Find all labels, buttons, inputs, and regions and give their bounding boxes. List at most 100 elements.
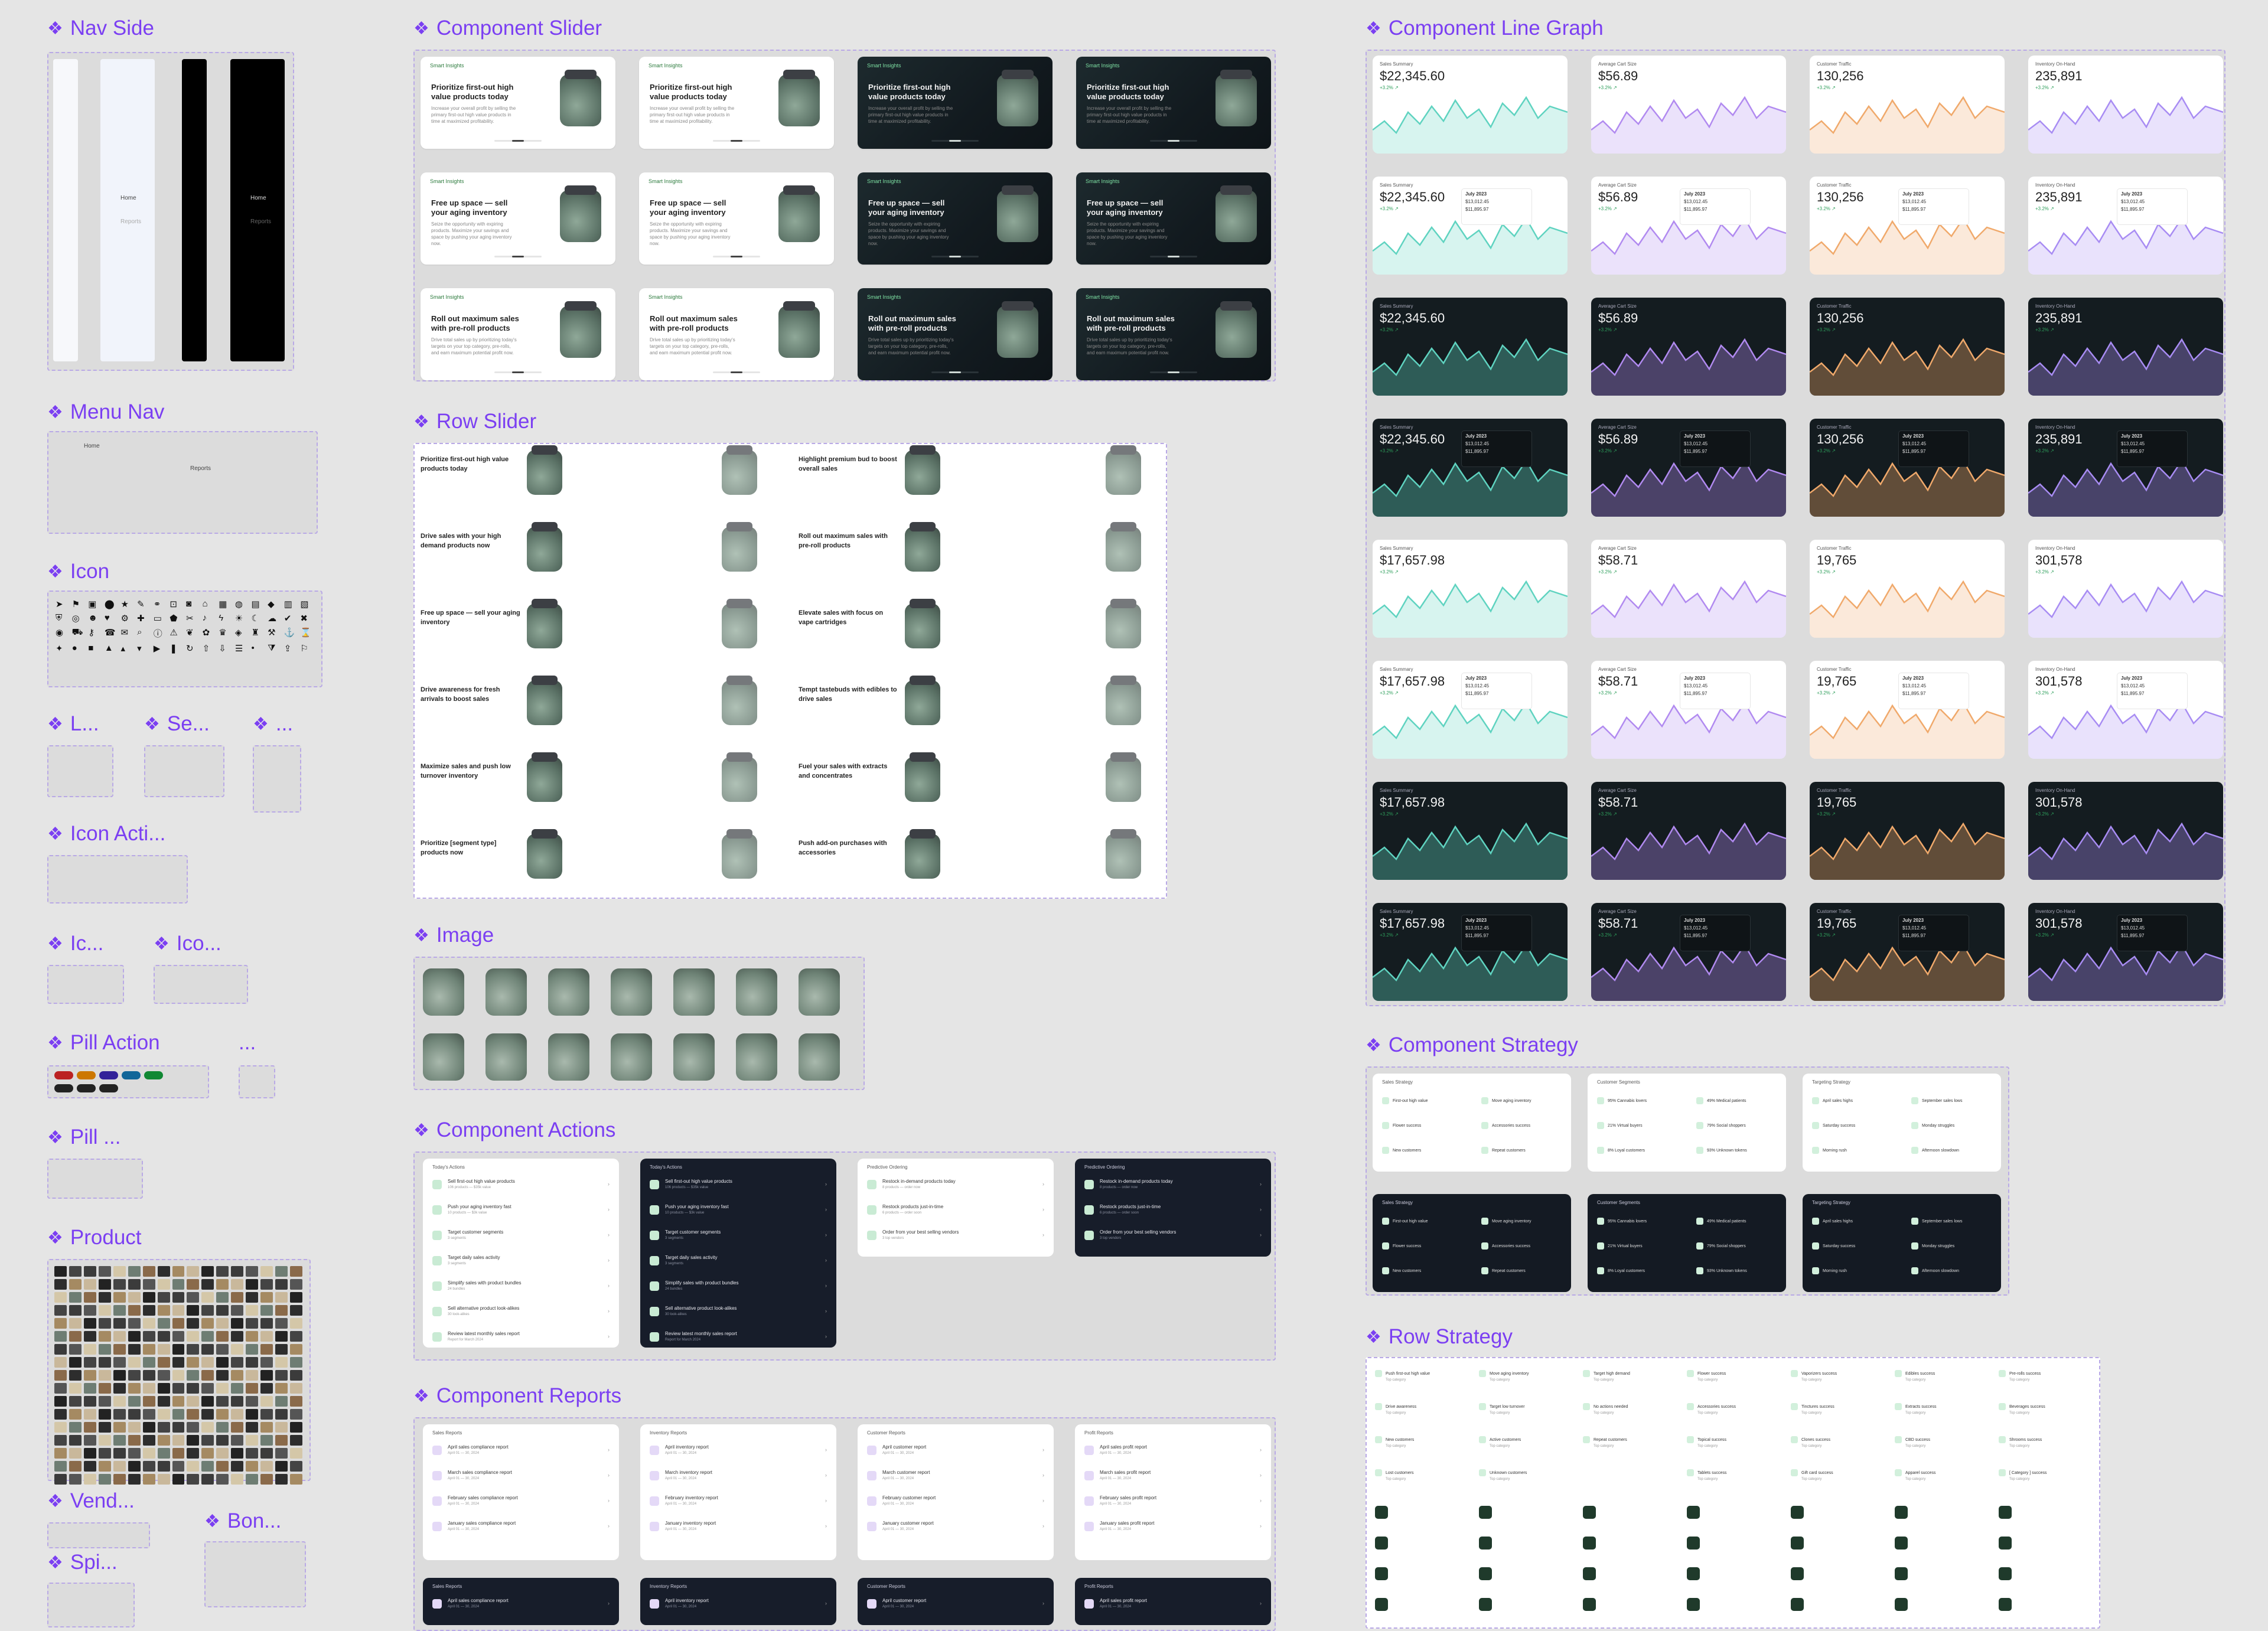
row-strategy-item[interactable]: New customers Top category [1375,1436,1414,1448]
list-item[interactable]: Restock in-demand products today 8 produc… [1084,1176,1262,1194]
graph-card[interactable]: Inventory On-Hand 235,891 +3.2% ↗ July 2023… [2028,419,2223,517]
list-item[interactable]: Order from your best selling vendors 3 to… [1084,1227,1262,1245]
row-strategy-item[interactable]: Target high demand Top category [1583,1370,1630,1382]
strategy-item[interactable]: Flower success [1382,1122,1421,1129]
row-strategy-item[interactable]: [ Category ] success Top category [1999,1469,2047,1481]
strategy-item[interactable]: 95% Cannabis lovers [1597,1097,1647,1104]
slider-pagination[interactable] [931,256,979,257]
row-strategy-item[interactable]: Move aging inventory Top category [1479,1370,1529,1382]
report-row[interactable]: February sales profit report April 01 — 3… [1084,1493,1262,1511]
strategy-item[interactable]: 49% Medical patients [1696,1097,1746,1104]
report-row[interactable]: April sales compliance report April 01 — … [432,1596,610,1613]
list-item[interactable]: Simplify sales with product bundles 24 bu… [650,1278,827,1296]
row-strategy-item[interactable]: Drive awareness Top category [1375,1403,1416,1415]
slider-pagination[interactable] [494,256,542,257]
report-row[interactable]: January sales profit report April 01 — 30… [1084,1518,1262,1536]
row-strategy-item[interactable]: Unknown customers Top category [1479,1469,1527,1481]
strategy-item[interactable]: Saturday success [1812,1242,1855,1250]
list-item[interactable]: Push your aging inventory fast 10 product… [650,1202,827,1219]
report-row[interactable]: March sales profit report April 01 — 30, … [1084,1467,1262,1485]
report-row[interactable]: March customer report April 01 — 30, 2024… [867,1467,1044,1485]
strategy-item[interactable]: 93% Unknown tokens [1696,1267,1747,1274]
strategy-item[interactable]: 21% Virtual buyers [1597,1242,1643,1250]
strategy-item[interactable]: New customers [1382,1267,1421,1274]
nav-collapsed-dark[interactable] [182,59,207,361]
strategy-item[interactable]: Morning rush [1812,1147,1847,1154]
strategy-item[interactable]: Accessories success [1481,1122,1530,1129]
graph-card[interactable]: Customer Traffic 130,256 +3.2% ↗ [1810,56,2005,154]
slider-card[interactable]: Smart Insights Free up space — sell your … [421,172,615,265]
graph-card[interactable]: Average Cart Size $58.71 +3.2% ↗ [1591,540,1786,638]
pill-green[interactable] [144,1071,163,1079]
row-strategy-item[interactable]: Active customers Top category [1479,1436,1521,1448]
strategy-item[interactable]: 93% Unknown tokens [1696,1147,1747,1154]
slider-pagination[interactable] [1150,140,1197,142]
pill-dark[interactable] [54,1084,73,1092]
row-strategy-item[interactable]: Tablets success Top category [1687,1469,1726,1481]
report-row[interactable]: April inventory report April 01 — 30, 202… [650,1442,827,1460]
slider-pagination[interactable] [931,140,979,142]
strategy-item[interactable]: 21% Virtual buyers [1597,1122,1643,1129]
row-strategy-item[interactable]: Vaporizers success Top category [1791,1370,1837,1382]
graph-card[interactable]: Sales Summary $22,345.60 +3.2% ↗ [1373,298,1568,396]
strategy-item[interactable]: Saturday success [1812,1122,1855,1129]
list-item[interactable]: Review latest monthly sales report Report… [432,1329,610,1346]
graph-card[interactable]: Customer Traffic 19,765 +3.2% ↗ [1810,782,2005,880]
row-strategy-item[interactable]: Repeat customers Top category [1583,1436,1627,1448]
menu-reports[interactable]: Reports [190,465,211,472]
report-row[interactable]: April inventory report April 01 — 30, 202… [650,1596,827,1613]
graph-card[interactable]: Sales Summary $22,345.60 +3.2% ↗ July 2023 $… [1373,419,1568,517]
row-strategy-item[interactable]: Apparel success Top category [1895,1469,1935,1481]
slider-card[interactable]: Smart Insights Free up space — sell your … [639,172,834,265]
graph-card[interactable]: Customer Traffic 19,765 +3.2% ↗ [1810,540,2005,638]
graph-card[interactable]: Customer Traffic 130,256 +3.2% ↗ [1810,298,2005,396]
strategy-item[interactable]: April sales highs [1812,1218,1853,1225]
list-item[interactable]: Target customer segments 3 segments › [432,1227,610,1245]
slider-card[interactable]: Smart Insights Free up space — sell your … [1076,172,1271,265]
report-row[interactable]: March inventory report April 01 — 30, 202… [650,1467,827,1485]
graph-card[interactable]: Average Cart Size $56.89 +3.2% ↗ July 2023 $… [1591,177,1786,275]
graph-card[interactable]: Inventory On-Hand 301,578 +3.2% ↗ [2028,782,2223,880]
graph-card[interactable]: Inventory On-Hand 301,578 +3.2% ↗ July 2023… [2028,661,2223,759]
strategy-item[interactable]: 79% Social shoppers [1696,1242,1746,1250]
graph-card[interactable]: Sales Summary $17,657.98 +3.2% ↗ [1373,540,1568,638]
row-strategy-item[interactable]: Accessories success Top category [1687,1403,1736,1415]
strategy-item[interactable]: Move aging inventory [1481,1097,1531,1104]
slider-pagination[interactable] [713,256,760,257]
menu-home[interactable]: Home [84,443,100,449]
list-item[interactable]: Simplify sales with product bundles 24 bu… [432,1278,610,1296]
strategy-item[interactable]: 8% Loyal customers [1597,1147,1645,1154]
strategy-item[interactable]: 95% Cannabis lovers [1597,1218,1647,1225]
row-strategy-item[interactable]: No actions needed Top category [1583,1403,1628,1415]
list-item[interactable]: Sell alternative product look-alikes 30 l… [650,1303,827,1321]
row-strategy-item[interactable]: Lost customers Top category [1375,1469,1413,1481]
report-row[interactable]: January inventory report April 01 — 30, 2… [650,1518,827,1536]
strategy-item[interactable]: Accessories success [1481,1242,1530,1250]
graph-card[interactable]: Average Cart Size $58.71 +3.2% ↗ July 2023 $… [1591,661,1786,759]
list-item[interactable]: Target customer segments 3 segments › [650,1227,827,1245]
strategy-item[interactable]: Repeat customers [1481,1147,1526,1154]
slider-pagination[interactable] [713,371,760,373]
graph-card[interactable]: Inventory On-Hand 235,891 +3.2% ↗ [2028,298,2223,396]
report-row[interactable]: April sales profit report April 01 — 30, … [1084,1596,1262,1613]
graph-card[interactable]: Sales Summary $17,657.98 +3.2% ↗ July 2023 $… [1373,661,1568,759]
row-strategy-item[interactable]: Gift card success Top category [1791,1469,1833,1481]
slider-pagination[interactable] [494,371,542,373]
list-item[interactable]: Restock products just-in-time 6 products … [1084,1202,1262,1219]
slider-pagination[interactable] [494,140,542,142]
report-row[interactable]: January sales compliance report April 01 … [432,1518,610,1536]
graph-card[interactable]: Customer Traffic 19,765 +3.2% ↗ July 2023 $1… [1810,661,2005,759]
graph-card[interactable]: Average Cart Size $58.71 +3.2% ↗ July 2023 $… [1591,903,1786,1001]
row-strategy-item[interactable]: Pre-rolls success Top category [1999,1370,2041,1382]
list-item[interactable]: Target daily sales activity 3 segments › [650,1252,827,1270]
strategy-item[interactable]: 49% Medical patients [1696,1218,1746,1225]
slider-pagination[interactable] [713,140,760,142]
row-strategy-item[interactable]: Flower success Top category [1687,1370,1726,1382]
row-strategy-item[interactable]: Tinctures success Top category [1791,1403,1834,1415]
report-row[interactable]: March sales compliance report April 01 — … [432,1467,610,1485]
graph-card[interactable]: Customer Traffic 130,256 +3.2% ↗ July 2023 $… [1810,419,2005,517]
strategy-item[interactable]: September sales lows [1911,1218,1962,1225]
strategy-item[interactable]: 79% Social shoppers [1696,1122,1746,1129]
strategy-item[interactable]: Morning rush [1812,1267,1847,1274]
nav-expanded-light[interactable]: Home Reports [100,59,155,361]
